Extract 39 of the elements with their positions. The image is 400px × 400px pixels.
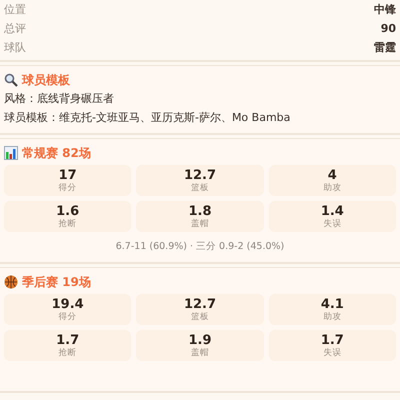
section-title: 常规赛 82场 <box>22 144 91 162</box>
stat-label: 得分 <box>58 312 77 322</box>
stat-value: 1.7 <box>320 332 344 348</box>
stat-value: 1.8 <box>188 204 212 218</box>
search-icon <box>4 73 18 87</box>
stat-value: 19.4 <box>52 296 84 312</box>
stat-value: 4.1 <box>320 296 344 312</box>
stat-label: 篮板 <box>190 182 209 194</box>
stat-label: 失误 <box>323 348 342 358</box>
stat-value: 12.7 <box>184 168 216 182</box>
field-label: 总评 <box>4 21 26 36</box>
stat-value: 1.9 <box>188 332 212 348</box>
stat-label: 抢断 <box>58 348 77 358</box>
field-label: 位置 <box>4 2 26 17</box>
stat-label: 得分 <box>58 182 77 194</box>
stat-label: 篮板 <box>190 312 209 322</box>
stat-value: 1.6 <box>56 204 80 218</box>
field-value: 90 <box>380 22 396 35</box>
field-value: 中锋 <box>374 2 396 17</box>
field-value: 雷霆 <box>374 40 396 55</box>
stat-value: 1.7 <box>56 332 80 348</box>
field-label: 球队 <box>4 40 26 55</box>
bar-chart-icon <box>4 146 18 160</box>
stat-label: 助攻 <box>323 312 342 322</box>
basketball-icon <box>4 275 18 289</box>
shooting-summary: 6.7-11 (60.9%) · 三分 0.9-2 (45.0%) <box>116 241 284 252</box>
section-title: 球员模板 <box>22 72 70 88</box>
stat-value: 1.4 <box>320 204 344 218</box>
stat-label: 失误 <box>323 218 342 230</box>
section-title: 季后赛 19场 <box>22 274 91 290</box>
stat-value: 17 <box>58 168 77 182</box>
stat-value: 12.7 <box>184 296 216 312</box>
stat-label: 盖帽 <box>190 218 209 230</box>
stat-label: 抢断 <box>58 218 77 230</box>
stat-label: 盖帽 <box>190 348 209 358</box>
template-line: 球员模板：维克托-文班亚马、亚历克斯-萨尔、Mo Bamba <box>4 110 292 126</box>
template-line: 风格：底线背身碾压者 <box>4 91 115 107</box>
stat-label: 助攻 <box>323 182 342 194</box>
stat-value: 4 <box>328 168 337 182</box>
